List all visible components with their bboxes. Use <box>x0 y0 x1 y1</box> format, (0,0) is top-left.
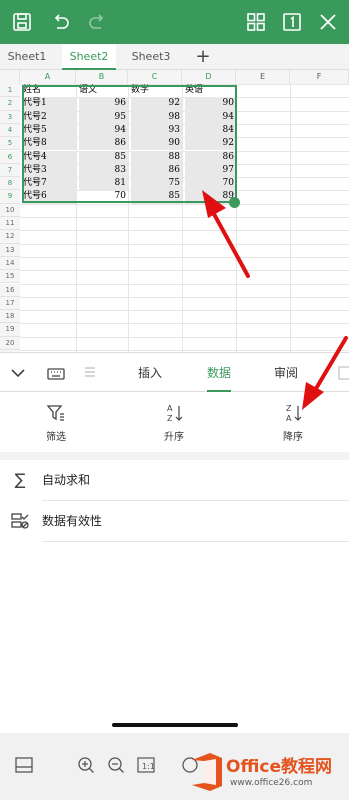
row-header-10[interactable]: 10 <box>0 203 20 217</box>
row-header-13[interactable]: 13 <box>0 243 20 257</box>
row-header-16[interactable]: 16 <box>0 283 20 297</box>
row-gridline <box>20 230 349 232</box>
validation-icon <box>10 511 30 531</box>
filter-button[interactable]: 筛选 <box>26 402 86 448</box>
select-all-corner[interactable] <box>0 70 20 84</box>
column-header-b[interactable]: B <box>76 70 128 84</box>
row-header-17[interactable]: 17 <box>0 296 20 311</box>
row-header-5[interactable]: 5 <box>0 137 20 151</box>
column-header-a[interactable]: A <box>20 70 76 84</box>
zoom-in-icon[interactable] <box>76 755 96 775</box>
row-header-4[interactable]: 4 <box>0 123 20 138</box>
office-logo-icon <box>192 753 222 791</box>
row-gridline <box>20 256 349 258</box>
tab-sheet3[interactable]: Sheet3 <box>124 44 178 70</box>
section-divider <box>0 452 349 460</box>
annotation-arrow-down <box>302 336 348 410</box>
tab-data[interactable]: 数据 <box>197 353 241 393</box>
row-header-12[interactable]: 12 <box>0 230 20 244</box>
autosum-item[interactable]: ∑ 自动求和 <box>0 460 349 500</box>
svg-text:1:1: 1:1 <box>142 762 155 771</box>
collapse-chevron-icon[interactable] <box>8 363 28 383</box>
spreadsheet-grid[interactable]: ABCDEF123456789101112131415161718192021姓… <box>0 70 349 352</box>
zoom-out-icon[interactable] <box>106 755 126 775</box>
row-header-19[interactable]: 19 <box>0 323 20 337</box>
active-tab-indicator <box>207 390 231 392</box>
tab-insert[interactable]: 插入 <box>128 353 172 393</box>
format-icon[interactable] <box>80 363 100 383</box>
row-header-9[interactable]: 9 <box>0 190 20 204</box>
add-sheet-button[interactable]: + <box>192 46 214 68</box>
data-validation-item[interactable]: 数据有效性 <box>0 501 349 541</box>
column-header-f[interactable]: F <box>290 70 349 84</box>
row-header-2[interactable]: 2 <box>0 97 20 111</box>
row-gridline <box>20 283 349 285</box>
row-gridline <box>20 310 349 312</box>
layout-icon[interactable] <box>14 755 34 775</box>
filter-icon <box>26 402 86 424</box>
svg-text:Z: Z <box>167 414 173 423</box>
keyboard-icon[interactable] <box>46 363 66 383</box>
row-gridline <box>20 243 349 245</box>
svg-text:Z: Z <box>286 404 292 413</box>
annotation-arrow-up <box>202 190 250 278</box>
site-watermark: Office教程网 www.office26.com <box>188 746 349 800</box>
sigma-icon: ∑ <box>14 470 26 489</box>
row-header-3[interactable]: 3 <box>0 110 20 124</box>
row-gridline <box>20 203 349 205</box>
tab-sheet1[interactable]: Sheet1 <box>0 44 54 70</box>
column-gridline <box>290 84 291 352</box>
top-toolbar <box>0 0 349 44</box>
row-header-11[interactable]: 11 <box>0 217 20 231</box>
undo-icon[interactable] <box>48 10 72 34</box>
tab-sheet2[interactable]: Sheet2 <box>62 44 116 70</box>
sort-ascending-button[interactable]: AZ 升序 <box>144 402 204 448</box>
column-header-c[interactable]: C <box>128 70 182 84</box>
column-header-d[interactable]: D <box>182 70 236 84</box>
row-header-15[interactable]: 15 <box>0 270 20 284</box>
row-gridline <box>20 217 349 218</box>
sheet-tabs: Sheet1 Sheet2 Sheet3 + <box>0 44 349 70</box>
svg-text:A: A <box>286 414 292 423</box>
grid-view-icon[interactable] <box>244 10 268 34</box>
home-indicator <box>112 723 238 727</box>
row-header-1[interactable]: 1 <box>0 84 20 98</box>
save-icon[interactable] <box>10 10 34 34</box>
row-gridline <box>20 296 349 298</box>
row-header-8[interactable]: 8 <box>0 177 20 191</box>
row-gridline <box>20 270 349 272</box>
row-header-20[interactable]: 20 <box>0 336 20 350</box>
sort-ascending-icon: AZ <box>144 402 204 424</box>
row-gridline <box>20 323 349 325</box>
column-header-e[interactable]: E <box>236 70 290 84</box>
row-header-7[interactable]: 7 <box>0 163 20 178</box>
row-header-6[interactable]: 6 <box>0 150 20 164</box>
actual-size-icon[interactable]: 1:1 <box>136 755 156 775</box>
svg-text:A: A <box>167 404 173 413</box>
row-header-18[interactable]: 18 <box>0 310 20 324</box>
menu-divider <box>42 541 349 542</box>
redo-icon[interactable] <box>86 10 110 34</box>
row-header-14[interactable]: 14 <box>0 256 20 271</box>
page-count-icon[interactable] <box>280 10 304 34</box>
close-icon[interactable] <box>316 10 340 34</box>
